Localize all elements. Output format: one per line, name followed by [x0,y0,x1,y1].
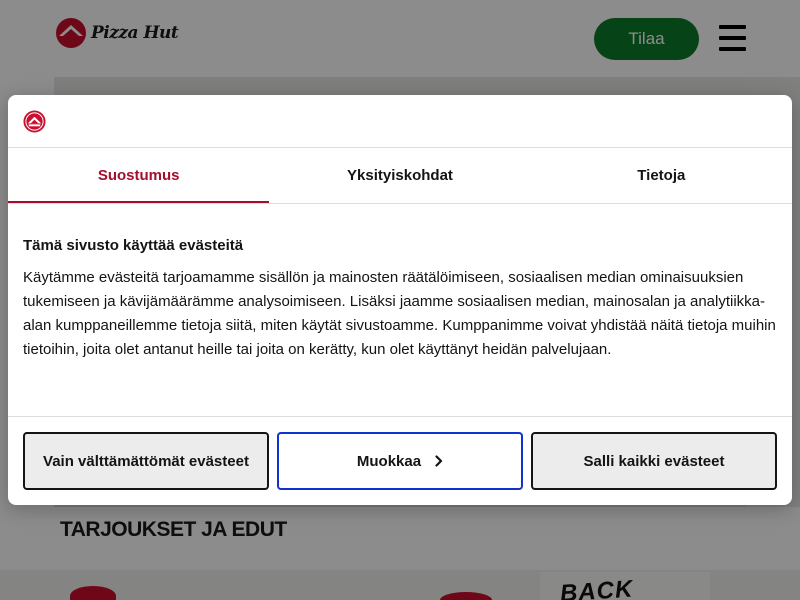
chevron-right-icon [435,455,443,467]
customize-button[interactable]: Muokkaa [277,432,523,490]
consent-tabs: Suostumus Yksityiskohdat Tietoja [8,148,792,203]
divider [8,416,792,417]
allow-all-label: Salli kaikki evästeet [583,452,725,470]
tab-details[interactable]: Yksityiskohdat [269,148,530,203]
allow-all-cookies-button[interactable]: Salli kaikki evästeet [531,432,777,490]
necessary-cookies-button[interactable]: Vain välttämättömät evästeet [23,432,269,490]
tab-about[interactable]: Tietoja [531,148,792,203]
consent-description: Käytämme evästeitä tarjoamamme sisällön … [23,269,776,358]
cookie-consent-dialog: Suostumus Yksityiskohdat Tietoja Tämä si… [8,95,792,505]
tab-consent[interactable]: Suostumus [8,148,270,203]
necessary-cookies-label: Vain välttämättömät evästeet [43,452,249,470]
customize-label: Muokkaa [356,452,422,470]
consent-heading: Tämä sivusto käyttää evästeitä [23,237,244,254]
divider [8,203,792,204]
pizza-hut-badge-icon [23,110,46,133]
